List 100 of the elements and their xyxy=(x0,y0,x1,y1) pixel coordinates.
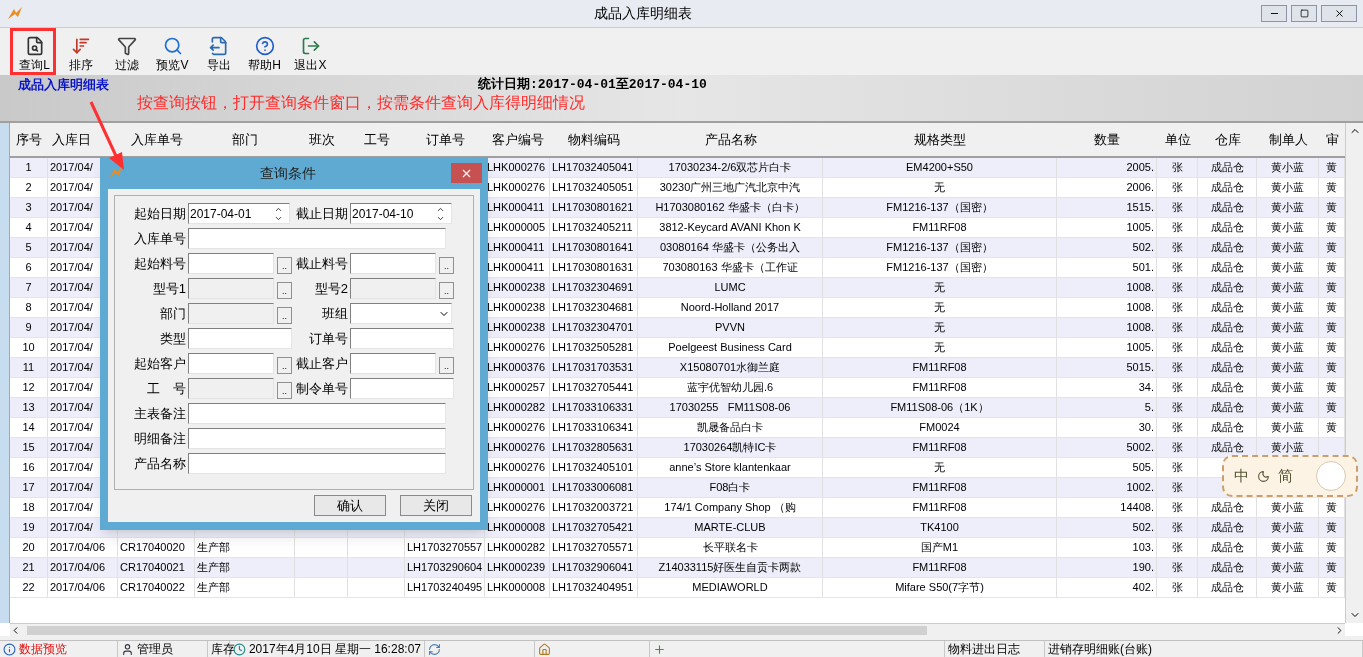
table-cell-text: 14408. xyxy=(1120,500,1154,516)
column-header[interactable]: 制单人 xyxy=(1257,123,1319,156)
table-cell-text: LH17030801621 xyxy=(552,200,634,216)
input-field[interactable] xyxy=(188,353,274,374)
plus-icon xyxy=(653,642,666,656)
column-header[interactable]: 单位 xyxy=(1157,123,1198,156)
table-cell-text: 2017/04/ xyxy=(50,160,93,176)
table-cell-text: LHK000282 xyxy=(487,400,546,416)
input-field[interactable] xyxy=(350,353,436,374)
date-spin-field[interactable]: 2017-04-01 xyxy=(188,203,290,224)
input-field[interactable] xyxy=(188,453,446,474)
toolbar-button[interactable]: 排序 xyxy=(58,36,103,72)
vertical-scrollbar[interactable] xyxy=(1345,123,1363,623)
table-cell-text: 张 xyxy=(1171,280,1183,296)
dropdown-field[interactable] xyxy=(350,303,452,324)
close-button[interactable] xyxy=(451,163,482,183)
field-label: 明细备注 xyxy=(133,429,187,448)
column-header[interactable]: 订单号 xyxy=(405,123,485,156)
column-header[interactable]: 数量 xyxy=(1057,123,1157,156)
input-field[interactable] xyxy=(350,378,454,399)
toolbar-button[interactable]: 导出 xyxy=(196,36,241,72)
table-cell-text: 无 xyxy=(934,180,945,196)
table-cell-text: 无 xyxy=(934,280,945,296)
column-header[interactable]: 入库单号 xyxy=(118,123,195,156)
field-label: 工 号 xyxy=(146,379,187,398)
input-field[interactable] xyxy=(188,403,446,424)
table-cell-text: 1008. xyxy=(1126,280,1154,296)
field-label: 型号2 xyxy=(313,279,349,298)
table-cell-text: 1 xyxy=(25,160,32,176)
date-spin-field[interactable]: 2017-04-10 xyxy=(350,203,452,224)
minimize-button[interactable] xyxy=(1261,5,1287,22)
column-header[interactable]: 审 xyxy=(1319,123,1345,156)
table-cell-text: 黄小蓝 xyxy=(1271,180,1304,196)
table-cell-text: 蓝宇优智幼儿园.6 xyxy=(686,380,774,396)
table-cell-text: 14 xyxy=(22,420,35,436)
dialog-button[interactable]: 确认 xyxy=(314,495,386,516)
column-header[interactable]: 规格类型 xyxy=(823,123,1057,156)
table-cell-text: 22 xyxy=(22,580,35,596)
column-header[interactable]: 工号 xyxy=(348,123,405,156)
horizontal-scrollbar[interactable] xyxy=(10,623,1345,636)
table-cell-text: LH17030801631 xyxy=(552,260,634,276)
ime-script[interactable]: 简 xyxy=(1278,464,1293,488)
table-cell-text: 成品仓 xyxy=(1210,400,1244,416)
input-field[interactable] xyxy=(188,428,446,449)
ime-mode[interactable]: 中 xyxy=(1234,464,1249,488)
column-header[interactable]: 序号 xyxy=(10,123,48,156)
toolbar-button[interactable]: 预览V xyxy=(150,36,195,72)
table-cell-text: 黄小蓝 xyxy=(1271,240,1304,256)
maximize-button[interactable] xyxy=(1291,5,1317,22)
table-cell-text: 黄小蓝 xyxy=(1271,540,1304,556)
browse-button[interactable]: .. xyxy=(439,257,454,274)
input-field[interactable] xyxy=(350,253,436,274)
table-cell-text: 502. xyxy=(1132,240,1154,256)
table-cell-text: 2017/04/ xyxy=(50,260,93,276)
table-cell-text: LHK000376 xyxy=(487,360,546,376)
table-cell-text: 张 xyxy=(1171,420,1183,436)
table-cell-text: EM4200+S50 xyxy=(906,160,973,176)
column-header[interactable]: 班次 xyxy=(295,123,348,156)
search-icon xyxy=(162,36,183,56)
column-header[interactable]: 客户编号 xyxy=(485,123,550,156)
table-cell-text: anne’s Store klantenkaar xyxy=(669,460,791,476)
table-cell-text: FM11RF08 xyxy=(912,560,967,576)
scrollbar-thumb[interactable] xyxy=(27,625,927,635)
browse-button[interactable]: .. xyxy=(439,357,454,374)
close-button[interactable] xyxy=(1321,5,1357,22)
table-cell-text: LHK000276 xyxy=(487,440,546,456)
toolbar-button[interactable]: 帮助H xyxy=(242,36,287,72)
table-cell-text: 17030264凯特IC卡 xyxy=(683,440,777,456)
table-cell-text: 张 xyxy=(1171,400,1183,416)
refresh-icon xyxy=(428,642,441,656)
table-cell-text: MARTE-CLUB xyxy=(694,520,766,536)
input-field[interactable] xyxy=(188,328,292,349)
browse-button[interactable]: .. xyxy=(277,357,292,374)
column-header[interactable]: 产品名称 xyxy=(638,123,823,156)
input-field[interactable] xyxy=(350,328,454,349)
browse-button[interactable]: .. xyxy=(277,257,292,274)
toolbar-button[interactable]: 查询L xyxy=(12,36,57,72)
table-cell-text: 张 xyxy=(1171,260,1183,276)
field-label: 产品名称 xyxy=(133,454,187,473)
table-cell-text: 黄 xyxy=(1326,200,1337,216)
column-header[interactable]: 部门 xyxy=(195,123,295,156)
window-title: 成品入库明细表 xyxy=(593,4,692,23)
table-cell-text: FM11RF08 xyxy=(912,360,967,376)
table-cell-text: LHK000411 xyxy=(487,240,545,256)
table-cell-text: 34. xyxy=(1138,380,1154,396)
table-cell-text: 2017/04/ xyxy=(50,400,93,416)
column-header[interactable]: 入库日 xyxy=(48,123,118,156)
input-field[interactable] xyxy=(188,228,446,249)
input-field[interactable] xyxy=(188,253,274,274)
table-cell-text: 2017/04/ xyxy=(50,240,93,256)
dialog-button[interactable]: 关闭 xyxy=(400,495,472,516)
toolbar-button[interactable]: 退出X xyxy=(288,36,333,72)
table-cell-text: 黄 xyxy=(1326,420,1337,436)
table-cell-text: 黄 xyxy=(1326,160,1337,176)
column-header[interactable]: 物料编码 xyxy=(550,123,638,156)
toolbar-button[interactable]: 过滤 xyxy=(104,36,149,72)
table-cell-text: 黄 xyxy=(1326,340,1337,356)
column-header[interactable]: 仓库 xyxy=(1198,123,1257,156)
user-icon xyxy=(121,642,134,656)
table-cell-text: 2017/04/ xyxy=(50,200,93,216)
